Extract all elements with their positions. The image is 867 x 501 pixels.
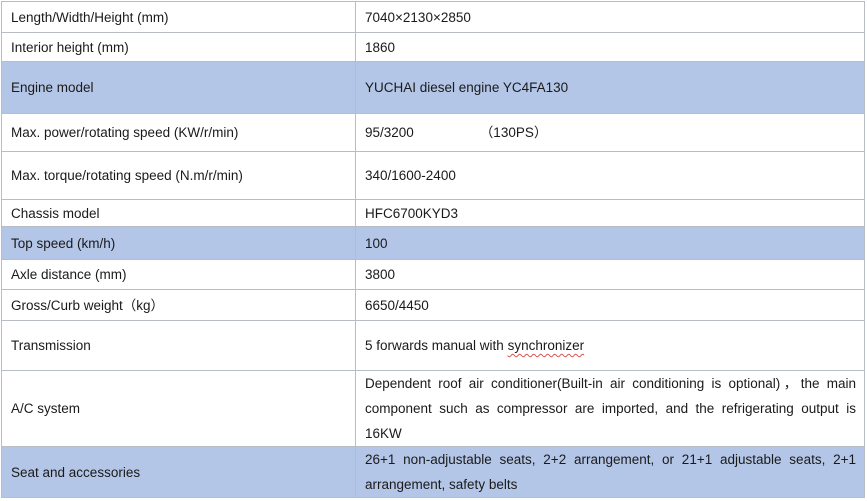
row-label: A/C system [1,370,356,447]
row-label: Transmission [1,320,356,371]
row-label: Max. power/rotating speed (KW/r/min) [1,113,356,152]
row-value: 7040×2130×2850 [355,1,865,33]
row-value: 26+1 non-adjustable seats, 2+2 arrangeme… [355,446,865,498]
row-value: 1860 [355,32,865,62]
row-label: Length/Width/Height (mm) [1,1,356,33]
row-label: Max. torque/rotating speed (N.m/r/min) [1,151,356,200]
row-label: Axle distance (mm) [1,259,356,290]
row-value: 100 [355,226,865,260]
row-value: 5 forwards manual with synchronizer [355,320,865,371]
row-value: 6650/4450 [355,289,865,321]
row-value: 3800 [355,259,865,290]
power-value: 95/3200 [365,125,414,140]
table-row: Length/Width/Height (mm) 7040×2130×2850 [1,1,865,33]
row-label: Top speed (km/h) [1,226,356,260]
table-row: A/C system Dependent roof air conditione… [1,370,865,447]
row-label: Seat and accessories [1,446,356,498]
table-row: Max. power/rotating speed (KW/r/min) 95/… [1,113,865,152]
row-label: Chassis model [1,199,356,227]
spellcheck-word: synchronizer [507,338,585,353]
table-row: Seat and accessories 26+1 non-adjustable… [1,446,865,498]
row-value: 95/3200 （130PS） [355,113,865,152]
spec-table: Length/Width/Height (mm) 7040×2130×2850 … [1,1,865,498]
row-label: Engine model [1,61,356,114]
table-row: Gross/Curb weight（kg） 6650/4450 [1,289,865,321]
row-value: HFC6700KYD3 [355,199,865,227]
table-row: Transmission 5 forwards manual with sync… [1,320,865,371]
table-row: Top speed (km/h) 100 [1,226,865,260]
table-row: Axle distance (mm) 3800 [1,259,865,290]
row-label: Gross/Curb weight（kg） [1,289,356,321]
row-value: YUCHAI diesel engine YC4FA130 [355,61,865,114]
power-ps-value: （130PS） [479,125,548,140]
table-row: Max. torque/rotating speed (N.m/r/min) 3… [1,151,865,200]
transmission-value: 5 forwards manual with [365,338,508,353]
table-row: Interior height (mm) 1860 [1,32,865,62]
row-value: 340/1600-2400 [355,151,865,200]
row-value: Dependent roof air conditioner(Built-in … [355,370,865,447]
row-label: Interior height (mm) [1,32,356,62]
table-row: Engine model YUCHAI diesel engine YC4FA1… [1,61,865,114]
table-row: Chassis model HFC6700KYD3 [1,199,865,227]
